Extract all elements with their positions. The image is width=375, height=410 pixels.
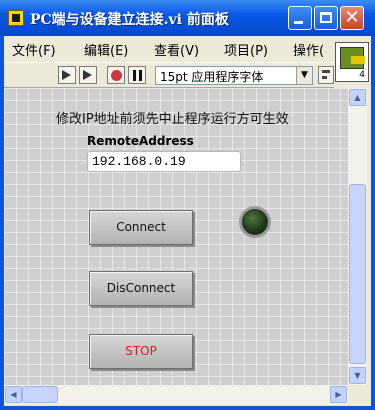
maximize-icon <box>320 12 332 23</box>
menu-view[interactable]: 查看(V) <box>154 40 199 59</box>
run-continuously-button[interactable] <box>79 66 97 84</box>
align-objects-button[interactable] <box>318 66 334 84</box>
close-button[interactable]: ✕ <box>340 6 364 30</box>
connect-button[interactable]: Connect <box>89 210 193 245</box>
connection-led-indicator <box>239 206 271 238</box>
menu-operate[interactable]: 操作( <box>293 40 324 59</box>
vertical-scroll-thumb[interactable] <box>349 184 366 364</box>
window-title: PC端与设备建立连接.vi 前面板 <box>30 12 229 28</box>
stop-button[interactable]: STOP <box>89 334 193 369</box>
horizontal-scroll-thumb[interactable] <box>22 386 58 403</box>
minimize-icon <box>294 21 303 24</box>
scroll-down-button[interactable]: ▼ <box>349 367 366 384</box>
horizontal-scrollbar[interactable]: ◀ ▶ <box>4 385 348 404</box>
pause-icon <box>133 70 136 81</box>
vi-icon-image <box>340 47 365 69</box>
scroll-right-button[interactable]: ▶ <box>330 386 347 403</box>
run-continuously-icon <box>83 70 92 80</box>
remote-address-input[interactable]: 192.168.0.19 <box>87 151 241 172</box>
abort-button[interactable] <box>107 66 125 84</box>
chevron-down-icon[interactable]: ▼ <box>296 67 312 84</box>
run-arrow-icon <box>62 70 71 80</box>
maximize-button[interactable] <box>314 6 338 30</box>
toolbar: 15pt 应用程序字体 ▼ <box>4 62 334 88</box>
window-client: 文件(F) 编辑(E) 查看(V) 项目(P) 操作( 4 15pt 应用程序字… <box>4 36 371 406</box>
scroll-left-button[interactable]: ◀ <box>5 386 22 403</box>
minimize-button[interactable] <box>288 6 312 30</box>
ip-change-notice: 修改IP地址前须先中止程序运行方可生效 <box>56 112 289 127</box>
title-bar[interactable]: PC端与设备建立连接.vi 前面板 ✕ <box>0 0 375 36</box>
font-select-value: 15pt 应用程序字体 <box>160 70 264 84</box>
window-frame: PC端与设备建立连接.vi 前面板 ✕ 文件(F) 编辑(E) 查看(V) 项目… <box>0 0 375 410</box>
remote-address-label: RemoteAddress <box>87 134 194 148</box>
menu-file[interactable]: 文件(F) <box>12 40 56 59</box>
abort-icon <box>111 70 122 81</box>
menu-bar: 文件(F) 编辑(E) 查看(V) 项目(P) 操作( <box>4 36 371 62</box>
front-panel-canvas[interactable]: 修改IP地址前须先中止程序运行方可生效 RemoteAddress 192.16… <box>4 88 348 385</box>
menu-edit[interactable]: 编辑(E) <box>84 40 128 59</box>
run-button[interactable] <box>58 66 76 84</box>
disconnect-button[interactable]: DisConnect <box>89 271 193 306</box>
pause-button[interactable] <box>128 66 146 84</box>
menu-project[interactable]: 项目(P) <box>224 40 268 59</box>
scrollbar-corner <box>348 385 367 404</box>
pause-icon <box>139 70 142 81</box>
font-select[interactable]: 15pt 应用程序字体 ▼ <box>155 66 313 85</box>
scroll-up-button[interactable]: ▲ <box>349 89 366 106</box>
vertical-scrollbar[interactable]: ▲ ▼ <box>348 88 367 385</box>
led-lamp <box>242 209 268 235</box>
labview-app-icon[interactable] <box>8 10 24 26</box>
connector-count: 4 <box>359 70 365 80</box>
close-icon: ✕ <box>344 7 360 28</box>
vi-connector-icon[interactable]: 4 <box>335 42 369 82</box>
